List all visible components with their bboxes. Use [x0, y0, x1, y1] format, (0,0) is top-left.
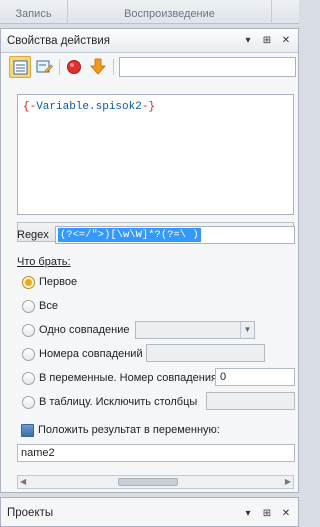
- save-result-label: Положить результат в переменную:: [38, 424, 220, 436]
- exclude-columns-input[interactable]: [206, 392, 295, 410]
- panel-header: Свойства действия ▾ ⊞ ✕: [1, 29, 298, 53]
- radio-to-variables[interactable]: [22, 372, 35, 385]
- close-icon[interactable]: ✕: [279, 34, 293, 48]
- radio-match-numbers-label: Номера совпадений: [39, 348, 143, 360]
- projects-panel: Проекты ▾ ⊞ ✕: [0, 497, 299, 527]
- code-close-brace: -}: [141, 101, 156, 113]
- radio-first-label: Первое: [39, 276, 78, 288]
- radio-to-variables-label: В переменные. Номер совпадения: [39, 372, 217, 384]
- input-text-editor[interactable]: {-Variable.spisok2-}: [17, 94, 294, 215]
- arrow-down-icon: [90, 58, 106, 75]
- code-variable: Variable.spisok2: [36, 101, 142, 113]
- match-number-input[interactable]: 0: [215, 368, 295, 386]
- toolbar-text-input[interactable]: [119, 57, 296, 77]
- list-view-button[interactable]: [9, 56, 31, 78]
- record-icon: [67, 60, 81, 74]
- save-result-checkbox[interactable]: [21, 424, 34, 437]
- projects-title: Проекты: [7, 507, 54, 519]
- toolbar: [3, 56, 296, 78]
- dropdown-icon[interactable]: ▾: [241, 34, 255, 48]
- radio-all-label: Все: [39, 300, 58, 312]
- pin-icon[interactable]: ⊞: [260, 34, 274, 48]
- move-down-button[interactable]: [87, 56, 109, 78]
- chevron-down-icon: ▼: [240, 322, 254, 338]
- edit-icon: [36, 60, 53, 73]
- projects-close-icon[interactable]: ✕: [279, 507, 293, 521]
- panel-title: Свойства действия: [7, 35, 111, 47]
- scroll-right-icon[interactable]: ▶: [285, 476, 291, 488]
- regex-input[interactable]: (?<=/">)[\w\W]*?(?=\ ): [55, 226, 295, 244]
- regex-value: (?<=/">)[\w\W]*?(?=\ ): [58, 228, 201, 242]
- one-match-dropdown[interactable]: ▼: [135, 321, 255, 339]
- action-properties-panel: Свойства действия ▾ ⊞ ✕ {-Variable.spiso…: [0, 28, 299, 493]
- result-variable-input[interactable]: name2: [17, 444, 295, 462]
- radio-one-match[interactable]: [22, 324, 35, 337]
- match-numbers-input[interactable]: [146, 344, 265, 362]
- tab-playback[interactable]: Воспроизведение: [68, 0, 272, 24]
- tab-record[interactable]: Запись: [0, 0, 68, 24]
- list-view-icon: [13, 60, 28, 75]
- record-button[interactable]: [63, 56, 85, 78]
- projects-dropdown-icon[interactable]: ▾: [241, 507, 255, 521]
- projects-pin-icon[interactable]: ⊞: [260, 507, 274, 521]
- radio-match-numbers[interactable]: [22, 348, 35, 361]
- edit-button[interactable]: [33, 56, 55, 78]
- code-open-brace: {-: [23, 101, 37, 113]
- radio-all[interactable]: [22, 300, 35, 313]
- scroll-left-icon[interactable]: ◀: [20, 476, 26, 488]
- radio-one-match-label: Одно совпадение: [39, 324, 130, 336]
- horizontal-scrollbar[interactable]: ◀ ▶: [17, 475, 294, 489]
- radio-first[interactable]: [22, 276, 35, 289]
- top-tab-strip: Запись Воспроизведение: [0, 0, 299, 24]
- regex-label: Regex: [17, 229, 49, 241]
- what-to-take-label: Что брать:: [17, 256, 71, 268]
- radio-to-table[interactable]: [22, 396, 35, 409]
- scrollbar-thumb[interactable]: [118, 478, 178, 486]
- radio-to-table-label: В таблицу. Исключить столбцы: [39, 396, 198, 408]
